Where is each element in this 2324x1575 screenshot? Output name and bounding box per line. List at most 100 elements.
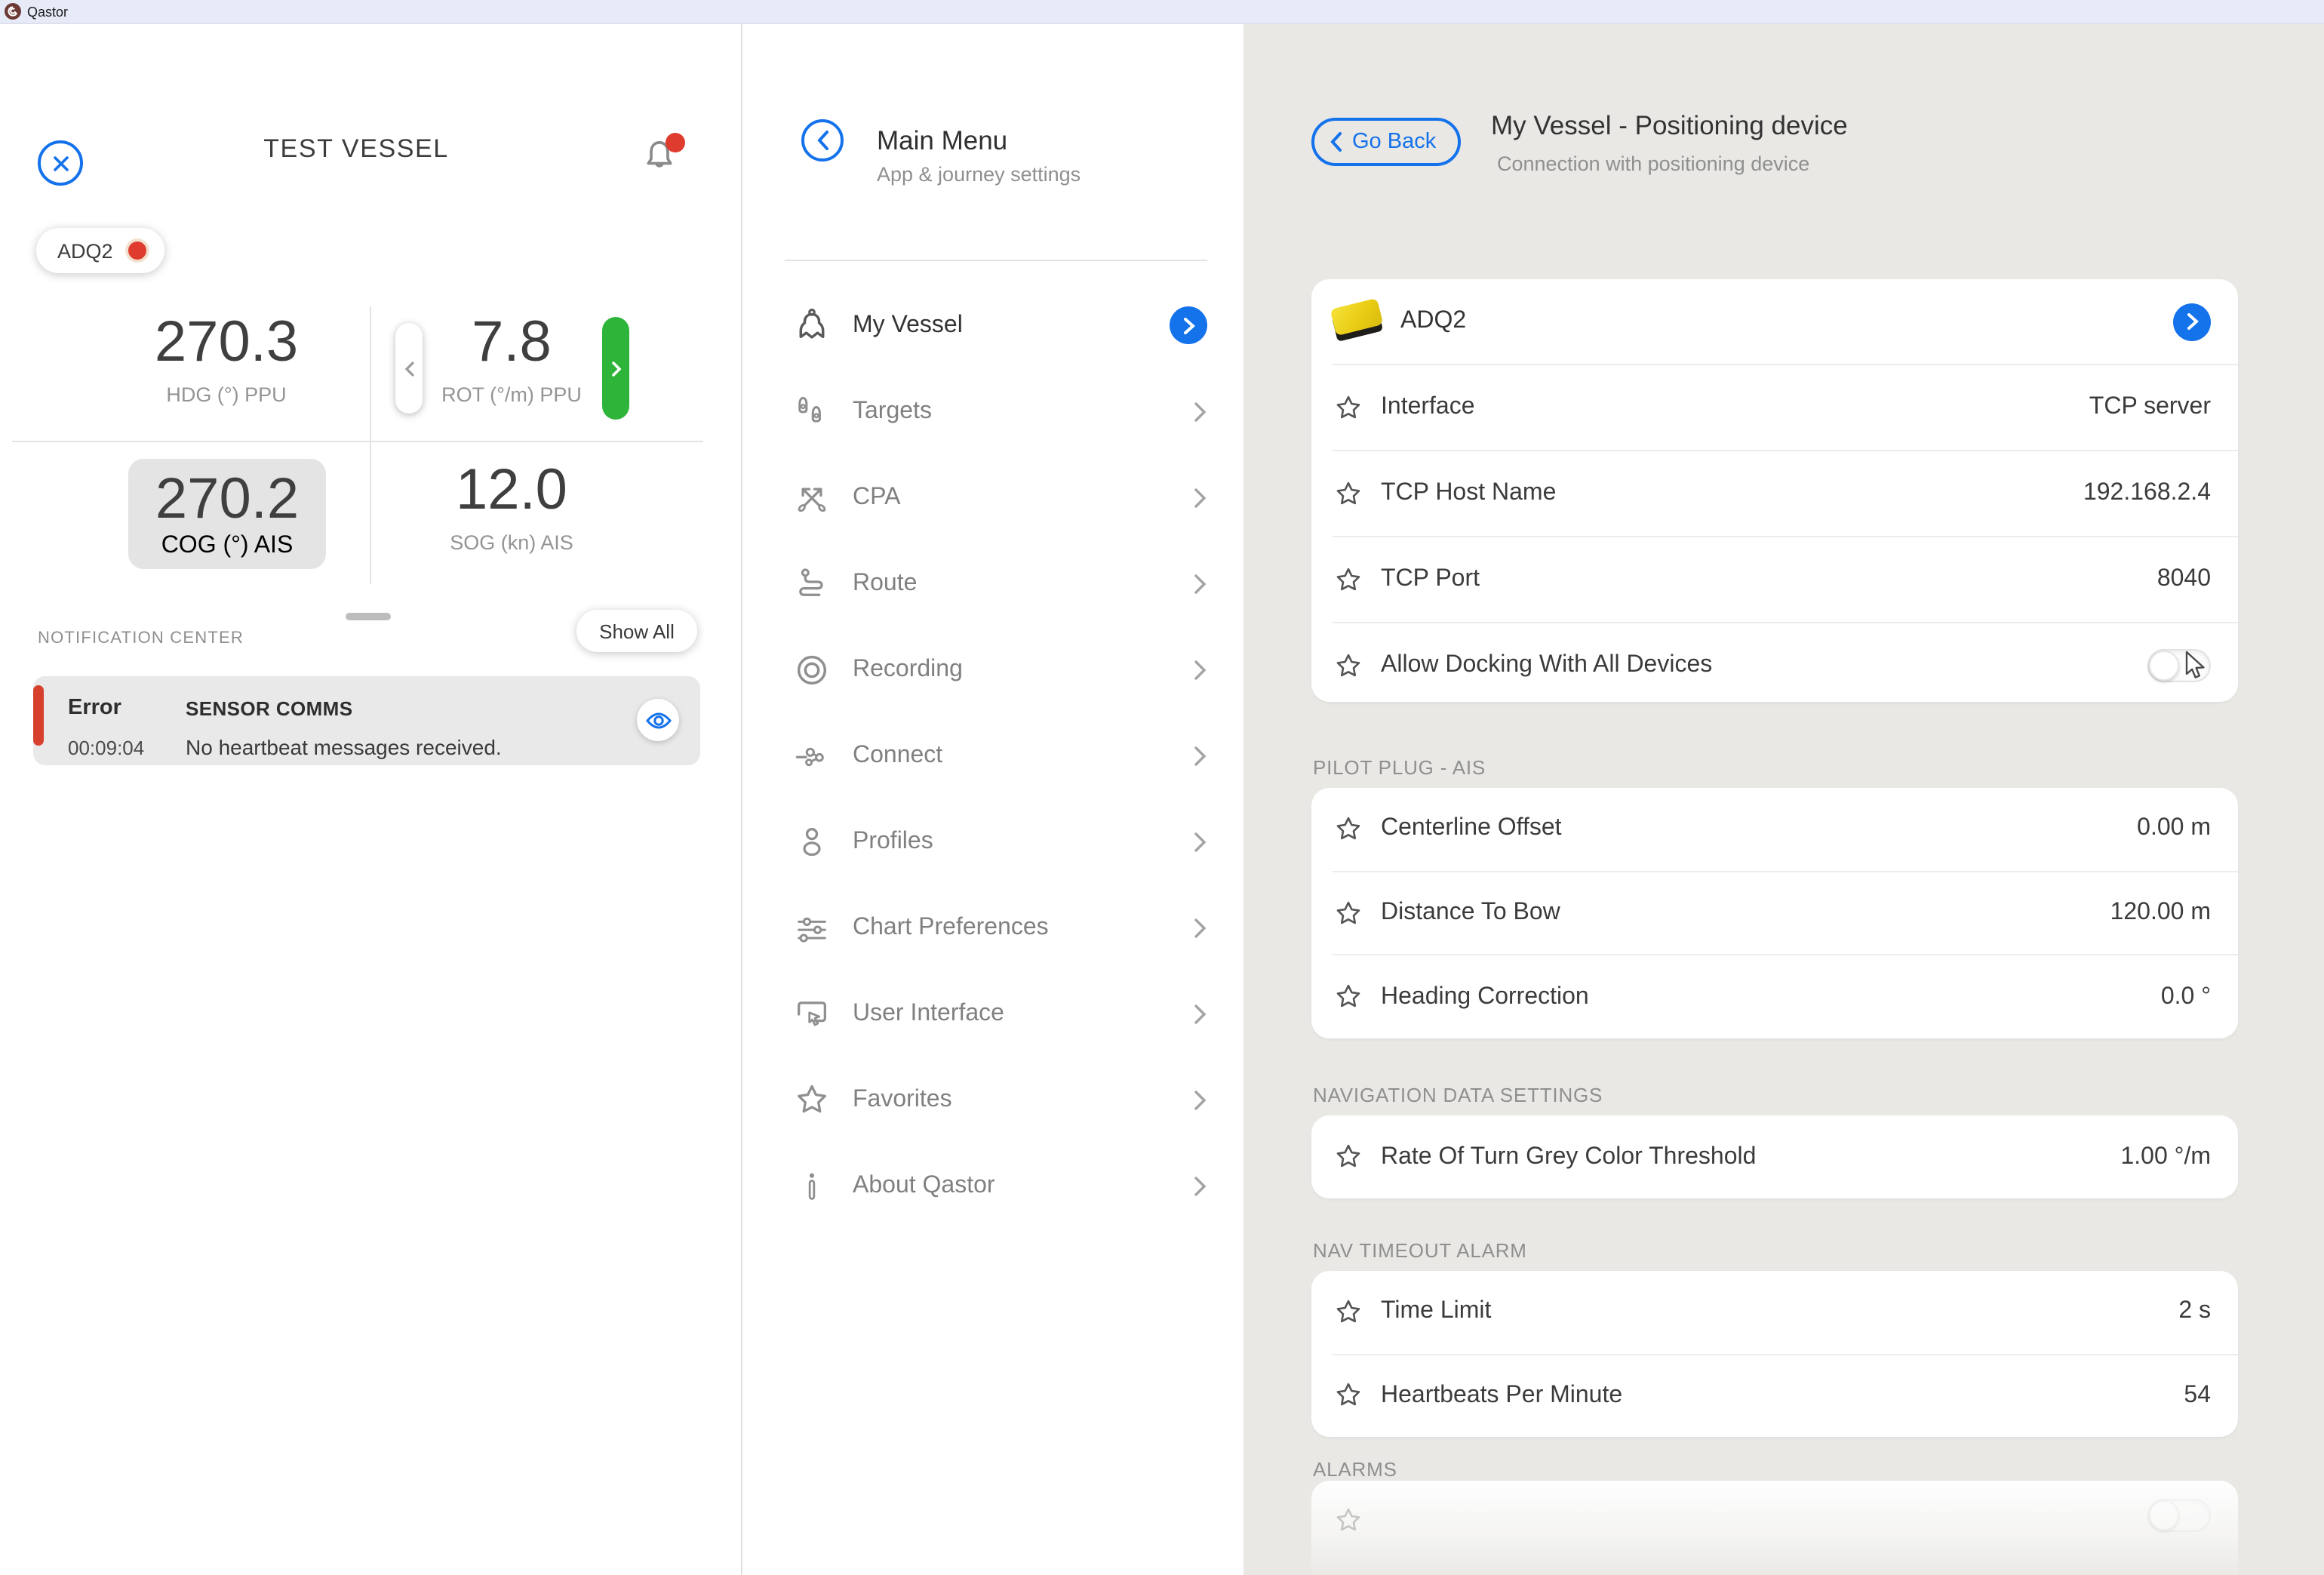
rot-decrease-button[interactable]: [395, 323, 423, 414]
favorite-star-icon[interactable]: [1333, 650, 1364, 681]
setting-label: TCP Port: [1381, 566, 1480, 593]
acknowledge-button[interactable]: [637, 699, 679, 741]
go-back-button[interactable]: Go Back: [1311, 118, 1460, 166]
favorite-star-icon[interactable]: [1333, 392, 1364, 423]
menu-subtitle: App & journey settings: [877, 163, 1081, 186]
rot-increase-button[interactable]: [602, 317, 629, 420]
menu-item-about-qastor[interactable]: About Qastor: [785, 1143, 1207, 1229]
mouse-cursor: [2185, 651, 2209, 681]
notification-severity: Error: [68, 696, 121, 720]
chevron-right-icon: [1194, 1003, 1207, 1024]
error-severity-bar: [33, 685, 44, 746]
hdg-label: HDG (°) PPU: [83, 383, 370, 406]
pilot-plug-device-photo: [1333, 299, 1387, 344]
metric-cog[interactable]: 270.2 COG (°) AIS: [128, 459, 326, 569]
favorite-star-icon[interactable]: [1333, 1141, 1364, 1173]
setting-row-interface[interactable]: Interface TCP server: [1311, 365, 2238, 450]
favorite-star-icon: [1333, 1505, 1364, 1537]
favorite-star-icon[interactable]: [1333, 478, 1364, 509]
cog-value: 270.2: [155, 468, 299, 533]
device-chip-label: ADQ2: [57, 239, 113, 262]
device-status-chip[interactable]: ADQ2: [36, 228, 164, 273]
menu-item-label: Connect: [853, 742, 942, 769]
sliders-icon: [792, 908, 832, 947]
menu-item-route[interactable]: Route: [785, 540, 1207, 626]
menu-item-profiles[interactable]: Profiles: [785, 798, 1207, 884]
setting-row-allow-docking[interactable]: Allow Docking With All Devices: [1311, 623, 2238, 708]
menu-item-label: Chart Preferences: [853, 914, 1049, 941]
device-status-dot: [128, 241, 146, 260]
ship-icon: [792, 306, 832, 345]
notifications-bell-button[interactable]: [640, 137, 685, 183]
pilot-plug-settings-card: Centerline Offset 0.00 m Distance To Bow…: [1311, 788, 2238, 1038]
setting-row-heading-correction[interactable]: Heading Correction 0.0 °: [1311, 956, 2238, 1038]
rot-label: ROT (°/m) PPU: [427, 383, 596, 406]
menu-item-recording[interactable]: Recording: [785, 626, 1207, 712]
targets-icon: [792, 392, 832, 431]
window-titlebar[interactable]: Qastor: [0, 0, 2324, 24]
info-icon: [792, 1166, 832, 1205]
crossed-arrows-icon: [792, 478, 832, 517]
favorite-star-icon[interactable]: [1333, 564, 1364, 595]
notification-message: No heartbeat messages received.: [186, 735, 502, 759]
show-all-button[interactable]: Show All: [576, 610, 697, 652]
favorite-star-icon[interactable]: [1333, 897, 1364, 929]
menu-item-user-interface[interactable]: User Interface: [785, 971, 1207, 1057]
setting-row-distance-to-bow[interactable]: Distance To Bow 120.00 m: [1311, 872, 2238, 954]
menu-back-button[interactable]: [801, 119, 844, 161]
setting-row-heartbeats-per-minute[interactable]: Heartbeats Per Minute 54: [1311, 1355, 2238, 1437]
section-heading-pilot-plug-ais: PILOT PLUG - AIS: [1313, 756, 1486, 779]
eye-icon: [645, 710, 671, 730]
setting-row-rot-grey-threshold[interactable]: Rate Of Turn Grey Color Threshold 1.00 °…: [1311, 1115, 2238, 1198]
panel-drag-handle[interactable]: [346, 613, 391, 620]
nav-timeout-card: Time Limit 2 s Heartbeats Per Minute 54: [1311, 1271, 2238, 1437]
grid-divider-horizontal: [12, 441, 703, 442]
sog-value: 12.0: [385, 462, 638, 522]
chevron-right-icon: [610, 360, 621, 377]
favorite-star-icon[interactable]: [1333, 1380, 1364, 1412]
menu-item-label: About Qastor: [853, 1172, 995, 1199]
chevron-left-icon: [404, 360, 414, 377]
star-icon: [792, 1080, 832, 1119]
notification-item[interactable]: Error SENSOR COMMS 00:09:04 No heartbeat…: [33, 676, 700, 765]
grid-divider-vertical: [370, 306, 371, 584]
favorite-star-icon[interactable]: [1333, 814, 1364, 845]
menu-item-my-vessel[interactable]: My Vessel: [785, 282, 1207, 368]
window-cursor-icon: [792, 994, 832, 1033]
section-heading-alarms: ALARMS: [1313, 1458, 1397, 1481]
menu-item-label: Route: [853, 570, 917, 597]
menu-item-cpa[interactable]: CPA: [785, 454, 1207, 540]
notification-time: 00:09:04: [68, 737, 144, 759]
setting-row-tcp-host-name[interactable]: TCP Host Name 192.168.2.4: [1311, 451, 2238, 536]
chevron-right-icon: [1182, 316, 1194, 334]
window-title: Qastor: [27, 4, 68, 19]
close-button[interactable]: [38, 140, 83, 186]
chevron-right-icon: [2186, 312, 2198, 331]
setting-row-centerline-offset[interactable]: Centerline Offset 0.00 m: [1311, 788, 2238, 870]
menu-item-connect[interactable]: Connect: [785, 712, 1207, 798]
setting-value: TCP server: [2089, 394, 2211, 421]
alarm-toggle-faded[interactable]: [2147, 1499, 2211, 1532]
metric-sog[interactable]: 12.0 SOG (kn) AIS: [385, 462, 638, 554]
menu-item-favorites[interactable]: Favorites: [785, 1057, 1207, 1143]
metric-hdg[interactable]: 270.3 HDG (°) PPU: [83, 314, 370, 406]
device-row[interactable]: ADQ2: [1311, 279, 2238, 364]
device-detail-button[interactable]: [2173, 303, 2211, 340]
settings-page-title: My Vessel - Positioning device: [1491, 110, 1848, 142]
hdg-value: 270.3: [83, 314, 370, 374]
menu-divider: [785, 260, 1207, 261]
chevron-right-icon: [1194, 1175, 1207, 1196]
vessel-name-title: TEST VESSEL: [91, 134, 622, 165]
metric-rot[interactable]: 7.8 ROT (°/m) PPU: [427, 314, 596, 406]
setting-row-time-limit[interactable]: Time Limit 2 s: [1311, 1271, 2238, 1353]
selected-chevron-button[interactable]: [1170, 306, 1207, 344]
setting-label: Rate Of Turn Grey Color Threshold: [1381, 1143, 1756, 1170]
menu-item-label: Favorites: [853, 1086, 952, 1113]
menu-item-targets[interactable]: Targets: [785, 368, 1207, 454]
setting-row-tcp-port[interactable]: TCP Port 8040: [1311, 537, 2238, 622]
menu-list: My Vessel Targets: [785, 282, 1207, 1229]
setting-label: Centerline Offset: [1381, 816, 1562, 843]
favorite-star-icon[interactable]: [1333, 981, 1364, 1013]
menu-item-chart-preferences[interactable]: Chart Preferences: [785, 884, 1207, 971]
favorite-star-icon[interactable]: [1333, 1297, 1364, 1328]
